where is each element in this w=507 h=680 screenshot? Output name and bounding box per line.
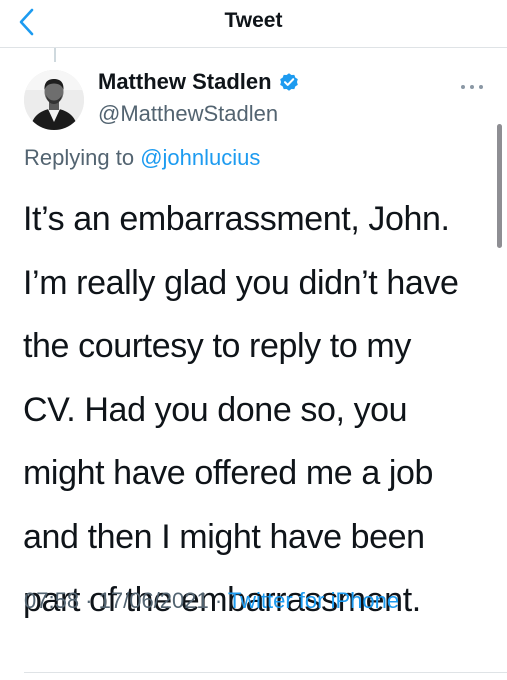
tweet-date: 17/06/2021 — [98, 588, 209, 613]
tweet-source-link[interactable]: Twitter for iPhone — [228, 588, 399, 613]
profile-photo — [24, 70, 84, 130]
tweet-text-line: I’m really glad you didn’t have — [23, 263, 459, 302]
top-bar: Tweet — [0, 0, 507, 48]
author-name-row: Matthew Stadlen — [98, 67, 300, 97]
tweet-text-line: It’s an embarrassment, John. — [23, 200, 450, 238]
tweet-metadata: 07:58 · 17/06/2021 · Twitter for iPhone — [24, 583, 484, 619]
more-horizontal-icon — [461, 85, 483, 89]
tweet-text-line: might have offered me a job — [23, 454, 434, 492]
tweet-detail-page: Tweet Matthew Stadlen @MatthewStadlen Re… — [0, 0, 507, 680]
verified-badge-icon — [279, 73, 298, 91]
tweet-text-line: the courtesy to reply to my — [23, 327, 411, 365]
avatar[interactable] — [24, 70, 84, 130]
replying-to: Replying to @johnlucius — [24, 145, 260, 171]
scrollbar[interactable] — [497, 124, 502, 248]
tweet-text-line: CV. Had you done so, you — [23, 390, 408, 429]
tweet-text: It’s an embarrassment, John. I’m really … — [23, 188, 493, 633]
author-name[interactable]: Matthew Stadlen — [98, 69, 272, 95]
tweet-time: 07:58 — [24, 588, 80, 613]
replying-to-label: Replying to — [24, 145, 141, 170]
divider — [24, 672, 507, 673]
meta-separator: · — [208, 588, 228, 613]
thread-connector-line — [54, 48, 56, 62]
author-handle[interactable]: @MatthewStadlen — [98, 101, 278, 127]
page-title: Tweet — [224, 9, 283, 32]
meta-separator: · — [79, 588, 99, 613]
tweet-text-line: and then I might have been — [23, 517, 425, 556]
more-options-button[interactable] — [458, 80, 486, 94]
replying-to-handle[interactable]: @johnlucius — [140, 145, 260, 170]
